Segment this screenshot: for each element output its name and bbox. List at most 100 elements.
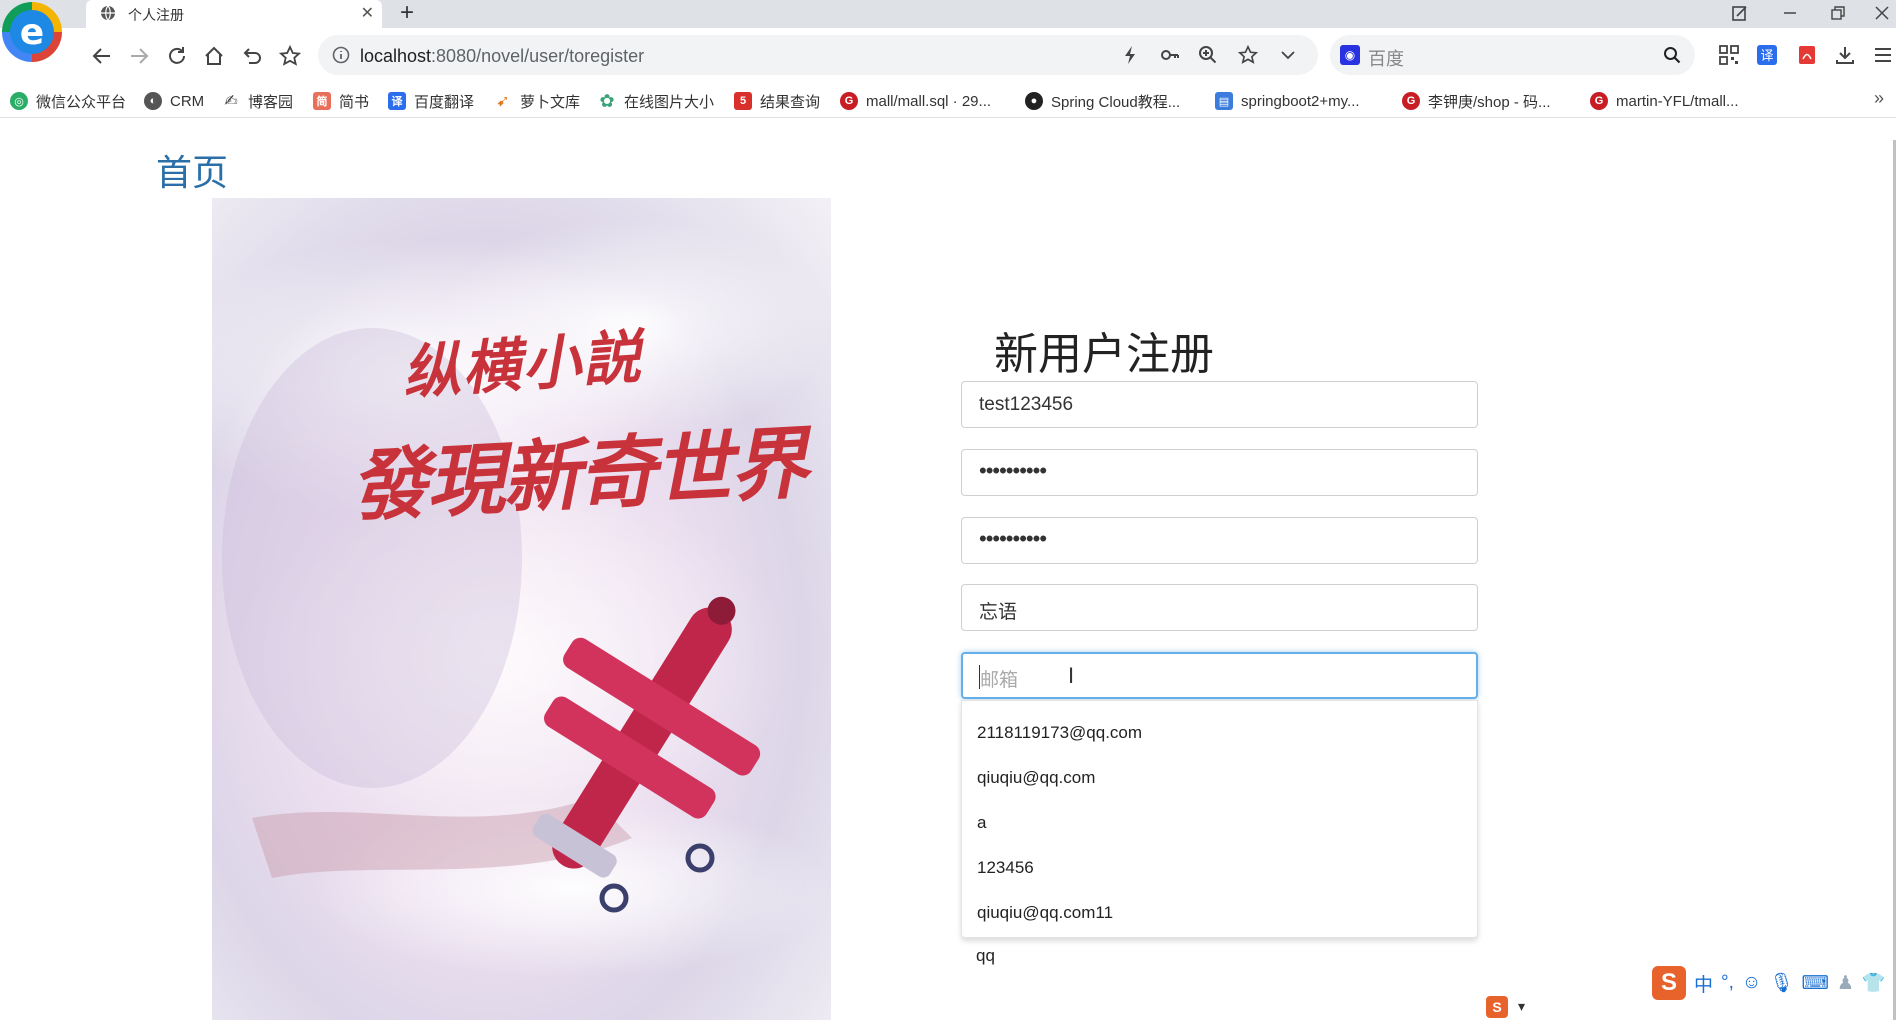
bookmark-item[interactable]: ➹ 萝卜文库	[494, 90, 580, 112]
punctuation-icon[interactable]: °,	[1721, 972, 1734, 994]
github-icon: ●	[1025, 92, 1043, 110]
zoom-icon[interactable]	[1196, 43, 1220, 67]
text-cursor-icon: I	[1068, 663, 1075, 688]
autocomplete-item[interactable]: qiuqiu@qq.com11	[977, 903, 1113, 923]
hero-image: 纵横小説 發現新奇世界	[212, 198, 831, 1020]
tab-title: 个人注册	[128, 7, 184, 23]
translate-icon[interactable]: 译	[1754, 42, 1780, 68]
url-text[interactable]: localhost:8080/novel/user/toregister	[360, 46, 644, 67]
autocomplete-item[interactable]: 123456	[977, 858, 1034, 878]
key-icon[interactable]	[1158, 43, 1182, 67]
page-icon: ▤	[1215, 92, 1233, 110]
autocomplete-item[interactable]: qq	[976, 946, 995, 966]
keyboard-icon[interactable]: ⌨	[1801, 972, 1828, 995]
bookmark-label: 百度翻译	[414, 93, 475, 111]
bookmark-label: 微信公众平台	[36, 93, 127, 111]
browser-tab-strip: 个人注册 ✕ +	[0, 0, 1896, 28]
ime-dropdown-icon[interactable]: ▾	[1518, 998, 1525, 1015]
browser-logo-icon: e	[2, 2, 62, 62]
autocomplete-item[interactable]: qiuqiu@qq.com	[977, 768, 1095, 788]
password-field[interactable]: ••••••••••	[961, 449, 1478, 496]
baidu-icon: ◉	[1340, 45, 1360, 65]
address-bar[interactable]: localhost:8080/novel/user/toregister	[318, 35, 1318, 75]
skin-icon[interactable]: 👕	[1862, 971, 1886, 995]
bookmark-label: CRM	[170, 92, 205, 110]
globe-icon	[100, 5, 116, 21]
emoji-icon[interactable]: ☺	[1742, 972, 1761, 994]
back-icon[interactable]	[88, 42, 116, 70]
form-title: 新用户注册	[994, 330, 1214, 379]
bookmark-item[interactable]: 5 结果查询	[734, 90, 820, 112]
gear-icon: ✿	[599, 90, 615, 111]
search-placeholder: 百度	[1368, 49, 1404, 69]
sogou-ime-icon[interactable]: S	[1652, 966, 1686, 1000]
qr-code-icon[interactable]	[1716, 42, 1742, 68]
close-tab-icon[interactable]: ✕	[361, 3, 374, 23]
user-icon[interactable]: ♟	[1837, 972, 1854, 995]
hero-slogan: 纵横小説	[400, 322, 645, 408]
bookmark-label: 博客园	[248, 93, 294, 111]
bookmark-label: mall/mall.sql · 29...	[866, 92, 992, 110]
password-mask: ••••••••••	[979, 458, 1047, 483]
undo-icon[interactable]	[238, 42, 266, 70]
chevron-down-icon[interactable]	[1276, 43, 1300, 67]
restore-icon[interactable]	[1818, 0, 1858, 26]
autocomplete-item[interactable]: 2118119173@qq.com	[977, 723, 1142, 743]
bookmark-item[interactable]: ▤ springboot2+my...	[1215, 90, 1360, 112]
info-icon[interactable]	[332, 46, 350, 64]
close-window-icon[interactable]	[1862, 0, 1896, 26]
bookmark-item[interactable]: ● Spring Cloud教程...	[1025, 90, 1180, 112]
pdf-icon[interactable]	[1794, 42, 1820, 68]
jianshu-icon: 简	[313, 92, 331, 110]
home-link[interactable]: 首页	[156, 144, 228, 196]
bookmark-label: 结果查询	[760, 93, 821, 111]
bookmark-star-icon[interactable]	[1236, 43, 1260, 67]
autocomplete-list: 2118119173@qq.com qiuqiu@qq.com a 123456…	[961, 700, 1478, 938]
five-icon: 5	[734, 92, 752, 110]
lightning-icon[interactable]	[1118, 43, 1142, 67]
microphone-icon[interactable]: 🎙	[1769, 971, 1793, 995]
carrot-icon: ➹	[496, 93, 510, 110]
download-icon[interactable]	[1832, 42, 1858, 68]
username-value: test123456	[979, 394, 1074, 415]
email-field[interactable]: 邮箱	[961, 652, 1478, 699]
nickname-value: 忘语	[979, 602, 1018, 623]
globe-icon: ◐	[144, 92, 162, 110]
bookmark-item[interactable]: ◎ 微信公众平台	[10, 90, 126, 112]
username-field[interactable]: test123456	[961, 381, 1478, 428]
notes-icon[interactable]	[1720, 0, 1760, 26]
ime-mode-toggle[interactable]: 中	[1694, 970, 1713, 997]
bookmark-item[interactable]: 译百度翻译	[388, 90, 474, 112]
forward-icon[interactable]	[125, 42, 153, 70]
reload-icon[interactable]	[163, 42, 191, 70]
bookmark-label: 简书	[339, 93, 370, 111]
gitee-icon: G	[1590, 92, 1608, 110]
bookmark-label: 在线图片大小	[624, 93, 715, 111]
home-icon[interactable]	[200, 42, 228, 70]
bookmark-item[interactable]: Gmall/mall.sql · 29...	[840, 90, 991, 112]
ime-logo-small-icon[interactable]: S	[1486, 996, 1508, 1018]
new-tab-button[interactable]: +	[400, 0, 414, 27]
minimize-icon[interactable]	[1770, 0, 1810, 26]
autocomplete-item[interactable]: a	[977, 813, 986, 833]
chevron-double-right-icon[interactable]: »	[1874, 88, 1884, 109]
search-icon[interactable]	[1661, 44, 1683, 66]
bookmark-item[interactable]: ✍ 博客园	[222, 90, 293, 112]
confirm-password-field[interactable]: ••••••••••	[961, 517, 1478, 564]
bookmark-label: martin-YFL/tmall...	[1616, 92, 1739, 110]
browser-tab[interactable]: 个人注册 ✕	[86, 0, 382, 28]
bookmark-item[interactable]: ✿ 在线图片大小	[598, 90, 714, 112]
nickname-field[interactable]: 忘语	[961, 584, 1478, 631]
favorite-star-icon[interactable]	[276, 42, 304, 70]
wechat-icon: ◎	[10, 92, 28, 110]
bookmark-item[interactable]: 简简书	[313, 90, 369, 112]
bookmark-item[interactable]: Gmartin-YFL/tmall...	[1590, 90, 1739, 112]
bookmark-item[interactable]: G 李钾庚/shop - 码...	[1402, 90, 1551, 112]
search-box[interactable]: ◉ 百度	[1330, 35, 1695, 75]
url-host: localhost	[360, 46, 432, 66]
cnblogs-icon: ✍	[224, 93, 238, 110]
bookmarks-bar: ◎ 微信公众平台 ◐ CRM ✍ 博客园 简简书 译百度翻译 ➹ 萝卜文库 ✿ 在线图片大…	[0, 82, 1896, 118]
menu-icon[interactable]	[1870, 42, 1896, 68]
bookmark-item[interactable]: ◐ CRM	[144, 90, 204, 112]
bookmark-label: Spring Cloud教程...	[1051, 93, 1181, 111]
